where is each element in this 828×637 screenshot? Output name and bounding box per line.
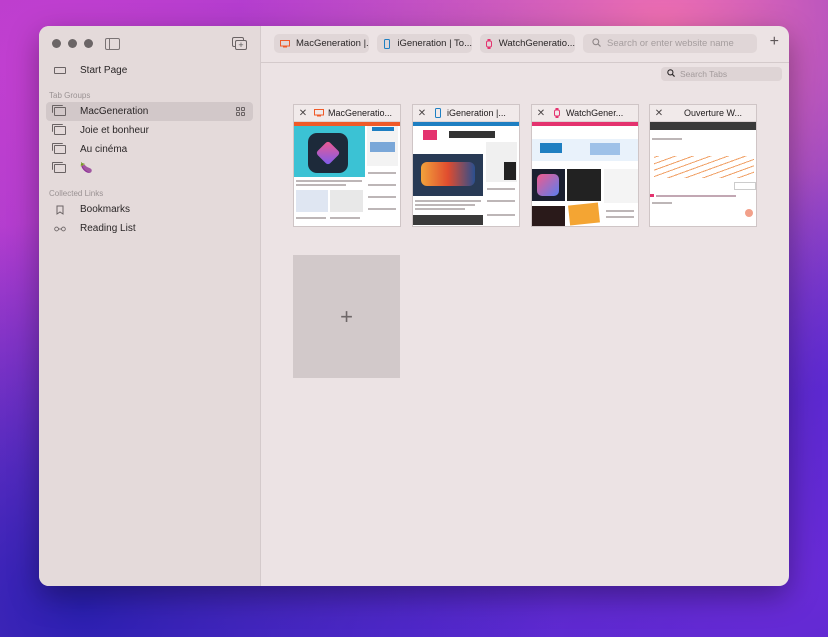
search-icon (592, 37, 601, 50)
new-tab-group-icon[interactable]: + (232, 37, 247, 50)
start-page-icon (54, 67, 66, 74)
close-tab-icon[interactable]: ✕ (296, 108, 310, 119)
macgeneration-favicon (314, 109, 324, 117)
watchgeneration-favicon (552, 108, 562, 118)
tab-label: iGeneration | To... (397, 38, 472, 49)
page-thumbnail (413, 122, 519, 226)
tab-groups-heading: Tab Groups (49, 91, 91, 100)
tab-card-macgeneration[interactable]: ✕ MacGeneratio... (293, 104, 401, 227)
page-thumbnail (650, 122, 756, 226)
close-window-button[interactable] (52, 39, 61, 48)
sidebar-item-au-cinema[interactable]: Au cinéma (46, 140, 253, 159)
search-tabs-placeholder: Search Tabs (680, 69, 728, 79)
sidebar-item-label: Joie et bonheur (80, 125, 149, 136)
glasses-icon (54, 226, 66, 232)
igeneration-favicon (383, 38, 391, 49)
sidebar-item-label: MacGeneration (80, 106, 149, 117)
tab-overview-icon[interactable] (236, 107, 245, 116)
safari-window: + Start Page Tab Groups MacGeneration Jo… (39, 26, 789, 586)
tab-card-ouverture[interactable]: ✕ Ouverture W... (649, 104, 757, 227)
close-tab-icon[interactable]: ✕ (652, 108, 666, 119)
collected-links-heading: Collected Links (49, 189, 104, 198)
tabs-icon (52, 162, 66, 173)
sidebar-item-eggplant[interactable]: 🍆 (46, 159, 253, 178)
sidebar-item-macgeneration[interactable]: MacGeneration (46, 102, 253, 121)
sidebar-item-label: Bookmarks (80, 204, 131, 215)
sidebar-toggle-icon[interactable] (105, 38, 120, 50)
plus-icon: + (340, 303, 353, 329)
tab-label: WatchGeneratio... (498, 38, 575, 49)
tab-card-title: iGeneration |... (447, 108, 506, 118)
zoom-window-button[interactable] (84, 39, 93, 48)
tabs-icon (52, 105, 66, 116)
tab-card-title: MacGeneratio... (328, 108, 393, 118)
sidebar: + Start Page Tab Groups MacGeneration Jo… (39, 26, 261, 586)
tab-label: MacGeneration |... (296, 38, 369, 49)
tab-card-title: WatchGener... (566, 108, 624, 118)
page-thumbnail (532, 122, 638, 226)
window-controls (52, 39, 93, 48)
macgeneration-favicon (280, 39, 290, 49)
tabs-icon (52, 124, 66, 135)
igeneration-favicon (433, 108, 443, 118)
search-icon (667, 69, 675, 79)
shortcuts-app-icon (537, 174, 559, 196)
tab-card-title: Ouverture W... (684, 108, 743, 118)
url-search-field[interactable]: Search or enter website name (583, 34, 757, 53)
tabs-icon (52, 143, 66, 154)
shortcuts-app-icon (308, 133, 348, 173)
url-placeholder: Search or enter website name (607, 38, 734, 49)
tab-watchgeneration[interactable]: WatchGeneratio... (480, 34, 575, 53)
search-tabs-field[interactable]: Search Tabs (661, 67, 782, 81)
tab-card-watchgeneration[interactable]: ✕ WatchGener... (531, 104, 639, 227)
bookmark-icon (54, 205, 66, 215)
sidebar-item-joie-et-bonheur[interactable]: Joie et bonheur (46, 121, 253, 140)
close-tab-icon[interactable]: ✕ (534, 108, 548, 119)
sidebar-item-reading-list[interactable]: Reading List (46, 219, 253, 238)
sidebar-item-label: Reading List (80, 223, 136, 234)
sidebar-item-label: Au cinéma (80, 144, 128, 155)
tab-card-igeneration[interactable]: ✕ iGeneration |... (412, 104, 520, 227)
tab-igeneration[interactable]: iGeneration | To... (377, 34, 472, 53)
watchgeneration-favicon (486, 38, 493, 49)
close-tab-icon[interactable]: ✕ (415, 108, 429, 119)
new-tab-button[interactable]: + (770, 33, 779, 51)
sidebar-item-bookmarks[interactable]: Bookmarks (46, 200, 253, 219)
minimize-window-button[interactable] (68, 39, 77, 48)
new-tab-tile[interactable]: + (293, 255, 400, 378)
page-thumbnail (294, 122, 400, 226)
toolbar: MacGeneration |... iGeneration | To... W… (261, 26, 789, 63)
tab-macgeneration[interactable]: MacGeneration |... (274, 34, 369, 53)
sidebar-item-start-page[interactable]: Start Page (46, 61, 253, 80)
sidebar-item-label: Start Page (80, 65, 128, 76)
sidebar-item-label: 🍆 (80, 163, 93, 174)
